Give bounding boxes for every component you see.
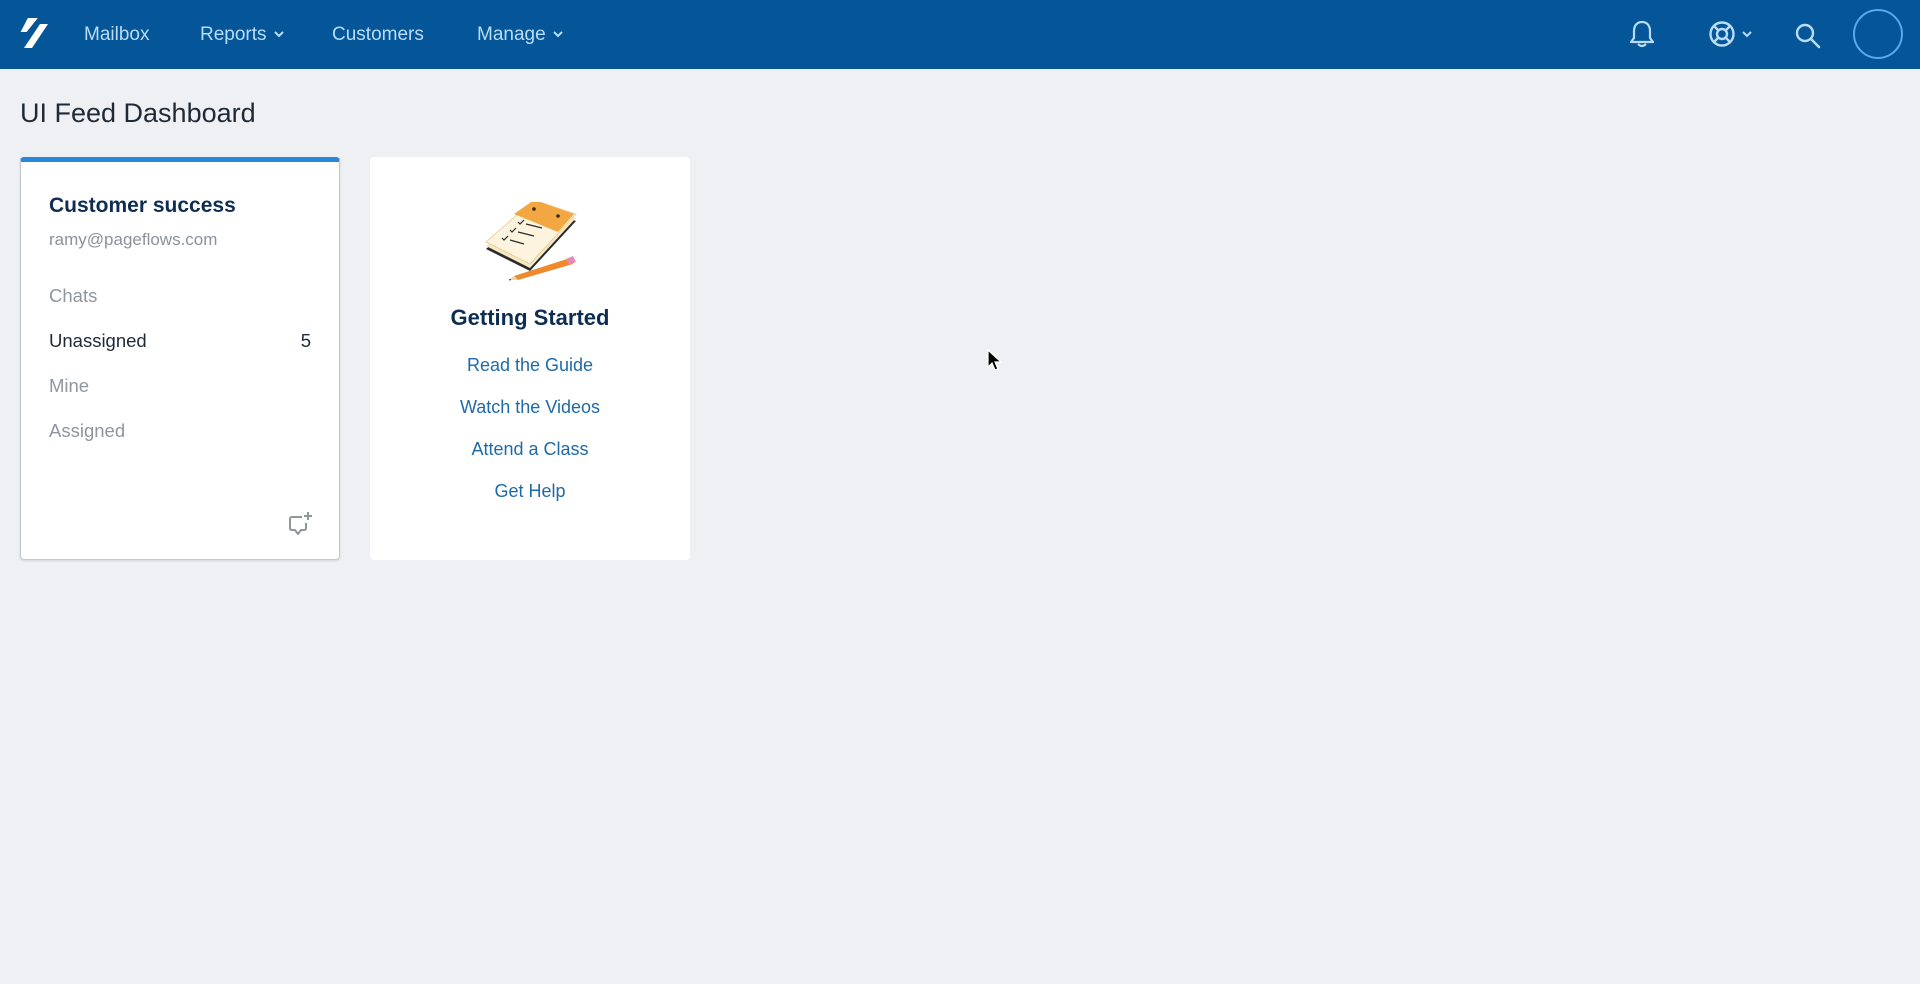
folder-count: 5 [300, 330, 311, 351]
nav-manage[interactable]: Manage [477, 0, 563, 69]
user-avatar[interactable] [1853, 9, 1903, 59]
mailbox-card[interactable]: Customer success ramy@pageflows.com Chat… [20, 157, 340, 560]
mouse-cursor-icon [987, 349, 1003, 371]
getting-started-card: Getting Started Read the Guide Watch the… [370, 157, 690, 560]
nav-reports-label: Reports [200, 23, 267, 45]
chevron-down-icon [1742, 31, 1752, 38]
folder-unassigned[interactable]: Unassigned 5 [49, 328, 311, 354]
folder-label: Chats [49, 285, 98, 306]
folder-label: Assigned [49, 420, 126, 441]
attend-class-link[interactable]: Attend a Class [370, 439, 690, 460]
notepad-pencil-illustration [485, 202, 577, 281]
new-chat-icon[interactable] [287, 511, 313, 537]
nav-mailbox[interactable]: Mailbox [84, 0, 149, 69]
folder-mine[interactable]: Mine [49, 373, 311, 399]
read-guide-link[interactable]: Read the Guide [370, 355, 690, 376]
nav-manage-label: Manage [477, 23, 546, 45]
nav-reports[interactable]: Reports [200, 0, 284, 69]
nav-customers-label: Customers [332, 23, 424, 45]
helpscout-logo-icon[interactable] [20, 16, 50, 50]
watch-videos-link[interactable]: Watch the Videos [370, 397, 690, 418]
get-help-link[interactable]: Get Help [370, 481, 690, 502]
bell-icon[interactable] [1628, 19, 1656, 49]
folder-chats[interactable]: Chats [49, 283, 311, 309]
page-title: UI Feed Dashboard [20, 98, 256, 128]
folder-label: Mine [49, 375, 90, 396]
top-nav-bar: Mailbox Reports Customers Manage [0, 0, 1920, 69]
mailbox-email: ramy@pageflows.com [49, 230, 218, 249]
mailbox-title[interactable]: Customer success [49, 194, 236, 218]
nav-customers[interactable]: Customers [332, 0, 424, 69]
nav-mailbox-label: Mailbox [84, 23, 150, 45]
chevron-down-icon [552, 31, 563, 38]
search-icon[interactable] [1794, 22, 1822, 50]
folder-assigned[interactable]: Assigned [49, 418, 311, 444]
help-menu-button[interactable] [1708, 18, 1758, 50]
folder-label: Unassigned [49, 330, 147, 351]
getting-started-title: Getting Started [450, 305, 610, 330]
lifebuoy-icon [1709, 21, 1735, 47]
chevron-down-icon [273, 31, 284, 38]
